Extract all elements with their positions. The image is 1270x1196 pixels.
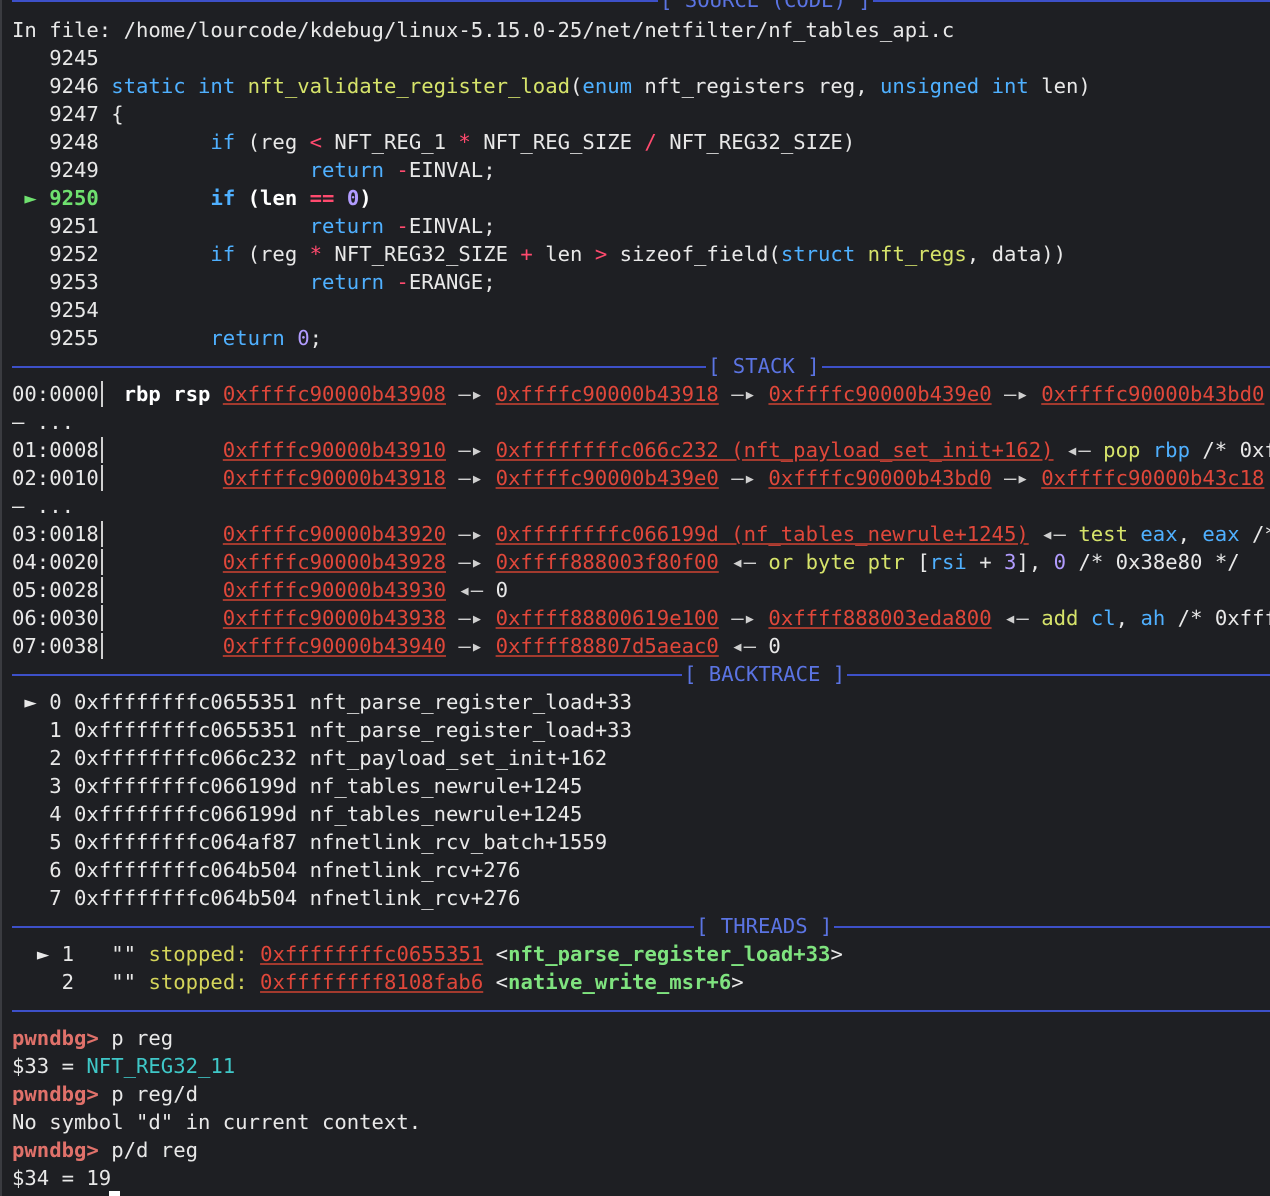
backtrace-frame: 6 0xffffffffc064b504 nfnetlink_rcv+276 [49,858,521,882]
stack-divider [101,549,103,575]
source-line: 9246 static int nft_validate_register_lo… [49,74,1091,98]
stack-ellipsis: – ... [12,494,74,518]
stack-row: 05:0028 0xffffc90000b43930 ◂— 0 [12,578,509,602]
console-output: No symbol "d" in current context. [12,1110,422,1134]
thread-row: 2 "" stopped: 0xffffffff8108fab6 <native… [61,970,744,994]
backtrace-frame: 3 0xffffffffc066199d nf_tables_newrule+1… [49,774,583,798]
stack-divider [101,437,103,463]
stack-section-title: [ STACK ] [706,352,822,380]
current-line-marker: ► [24,186,37,210]
gdb-prompt: pwndbg> [12,1138,99,1162]
stack-divider [101,605,103,631]
source-line-current: ► 9250 if (len == 0) [24,186,372,210]
source-line: 9254 [49,298,99,322]
source-line: 9251 return -EINVAL; [49,214,496,238]
stack-row: 00:0000 rbp rsp 0xffffc90000b43908 —▸ 0x… [12,382,1265,406]
context-end-separator [12,996,1270,1024]
stack-divider [101,577,103,603]
stack-section-header: [ STACK ] [12,352,1270,380]
backtrace-section-header: [ BACKTRACE ] [12,660,1270,688]
console-output: $34 = 19 [12,1166,112,1190]
source-line: 9252 if (reg * NFT_REG32_SIZE + len > si… [49,242,1067,266]
console-command: pwndbg> p reg/d [12,1082,198,1106]
gdb-prompt: pwndbg> [12,1026,99,1050]
stack-ellipsis: – ... [12,410,74,434]
current-frame-marker: ► [24,690,37,714]
stack-divider [101,633,103,659]
console-output: $33 = NFT_REG32_11 [12,1054,236,1078]
stack-row: 07:0038 0xffffc90000b43940 —▸ 0xffff8880… [12,634,781,658]
backtrace-frame: 2 0xffffffffc066c232 nft_payload_set_ini… [49,746,608,770]
source-file-path: In file: /home/lourcode/kdebug/linux-5.1… [12,18,955,42]
thread-row: ► 1 "" stopped: 0xffffffffc0655351 <nft_… [36,942,843,966]
threads-section-title: [ THREADS ] [694,912,835,940]
source-line: 9249 return -EINVAL; [49,158,496,182]
terminal-cursor[interactable] [109,1191,120,1196]
source-line: 9248 if (reg < NFT_REG_1 * NFT_REG_SIZE … [49,130,856,154]
backtrace-section-title: [ BACKTRACE ] [682,660,848,688]
source-line: 9255 return 0; [49,326,323,350]
source-section-title: [ SOURCE (CODE) ] [658,0,873,14]
stack-row: 02:0010 0xffffc90000b43918 —▸ 0xffffc900… [12,466,1265,490]
terminal-window[interactable]: [ SOURCE (CODE) ] In file: /home/lourcod… [0,0,1270,1196]
gdb-prompt: pwndbg> [12,1082,99,1106]
stack-divider [101,521,103,547]
stack-row: 03:0018 0xffffc90000b43920 —▸ 0xffffffff… [12,522,1270,546]
backtrace-frame: 7 0xffffffffc064b504 nfnetlink_rcv+276 [49,886,521,910]
source-line: 9247 { [49,102,124,126]
backtrace-frame: 1 0xffffffffc0655351 nft_parse_register_… [49,718,632,742]
backtrace-frame: ► 0 0xffffffffc0655351 nft_parse_registe… [24,690,632,714]
window-border [0,0,2,1196]
stack-row: 04:0020 0xffffc90000b43928 —▸ 0xffff8880… [12,550,1240,574]
threads-section-header: [ THREADS ] [12,912,1270,940]
stack-divider [101,465,103,491]
current-thread-marker: ► [36,942,50,966]
source-line: 9245 [49,46,99,70]
source-section-header: [ SOURCE (CODE) ] [12,0,1270,14]
stack-divider [101,381,103,407]
console-command: pwndbg> p/d reg [12,1138,198,1162]
console-command: pwndbg> p reg [12,1026,174,1050]
stack-row: 01:0008 0xffffc90000b43910 —▸ 0xffffffff… [12,438,1270,462]
backtrace-frame: 5 0xffffffffc064af87 nfnetlink_rcv_batch… [49,830,608,854]
source-line: 9253 return -ERANGE; [49,270,496,294]
backtrace-frame: 4 0xffffffffc066199d nf_tables_newrule+1… [49,802,583,826]
stack-row: 06:0030 0xffffc90000b43938 —▸ 0xffff8880… [12,606,1270,630]
